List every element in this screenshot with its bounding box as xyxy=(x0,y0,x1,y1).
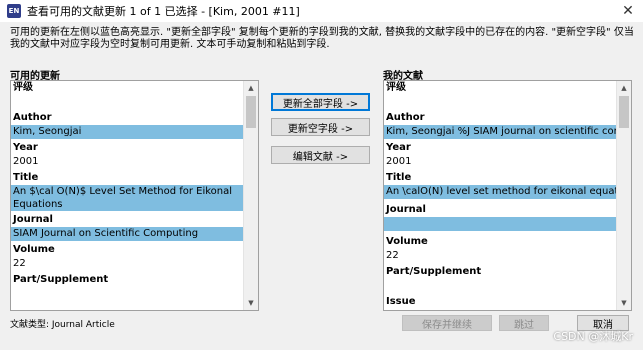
author-label: Author xyxy=(386,112,425,123)
year-value[interactable]: 2001 xyxy=(11,155,244,169)
scroll-thumb[interactable] xyxy=(619,96,629,128)
volume-label: Volume xyxy=(386,236,428,247)
skip-button[interactable]: 跳过 xyxy=(499,315,549,331)
author-value[interactable]: Kim, Seongjai %J SIAM journal on scienti… xyxy=(384,125,617,139)
year-value[interactable]: 2001 xyxy=(384,155,617,169)
journal-label: Journal xyxy=(13,214,53,225)
available-updates-panel[interactable]: 评级 Author Kim, Seongjai Year 2001 Title … xyxy=(10,80,259,311)
scroll-up-icon[interactable]: ▲ xyxy=(617,81,631,95)
csdn-watermark: CSDN @沐城Kr xyxy=(553,330,633,343)
left-scrollbar[interactable]: ▲ ▼ xyxy=(243,81,258,310)
window-title: 查看可用的文献更新 1 of 1 已选择 - [Kim, 2001 #11] xyxy=(27,5,300,18)
year-label: Year xyxy=(13,142,38,153)
right-scrollbar[interactable]: ▲ ▼ xyxy=(616,81,631,310)
my-reference-panel[interactable]: 评级 Author Kim, Seongjai %J SIAM journal … xyxy=(383,80,632,311)
journal-value[interactable] xyxy=(384,217,617,231)
year-label: Year xyxy=(386,142,411,153)
reference-type-label: 文献类型: Journal Article xyxy=(10,320,115,330)
edit-reference-button[interactable]: 编辑文献 -> xyxy=(271,146,370,164)
title-label: Title xyxy=(386,172,412,183)
instructions-text: 可用的更新在左侧以蓝色高亮显示. "更新全部字段" 复制每个更新的字段到我的文献… xyxy=(10,27,634,50)
part-supplement-label: Part/Supplement xyxy=(13,274,109,285)
title-label: Title xyxy=(13,172,39,183)
scroll-up-icon[interactable]: ▲ xyxy=(244,81,258,95)
journal-label: Journal xyxy=(386,204,426,215)
volume-value[interactable]: 22 xyxy=(11,257,244,271)
scroll-down-icon[interactable]: ▼ xyxy=(617,296,631,310)
part-supplement-label: Part/Supplement xyxy=(386,266,482,277)
volume-label: Volume xyxy=(13,244,55,255)
update-all-fields-button[interactable]: 更新全部字段 -> xyxy=(271,93,370,111)
endnote-app-icon: EN xyxy=(7,4,21,18)
update-empty-fields-button[interactable]: 更新空字段 -> xyxy=(271,118,370,136)
save-continue-button[interactable]: 保存并继续 xyxy=(402,315,492,331)
author-label: Author xyxy=(13,112,52,123)
scroll-thumb[interactable] xyxy=(246,96,256,128)
author-value[interactable]: Kim, Seongjai xyxy=(11,125,244,139)
close-icon[interactable]: ✕ xyxy=(619,2,637,20)
rating-label: 评级 xyxy=(386,82,406,93)
title-value[interactable]: An \calO(N) level set method for eikonal… xyxy=(384,185,617,199)
title-value[interactable]: An $\cal O(N)$ Level Set Method for Eiko… xyxy=(11,185,244,211)
title-bar: EN 查看可用的文献更新 1 of 1 已选择 - [Kim, 2001 #11… xyxy=(0,0,643,22)
rating-label: 评级 xyxy=(13,82,33,93)
scroll-down-icon[interactable]: ▼ xyxy=(244,296,258,310)
journal-value[interactable]: SIAM Journal on Scientific Computing xyxy=(11,227,244,241)
volume-value[interactable]: 22 xyxy=(384,249,617,263)
issue-label: Issue xyxy=(386,296,416,307)
